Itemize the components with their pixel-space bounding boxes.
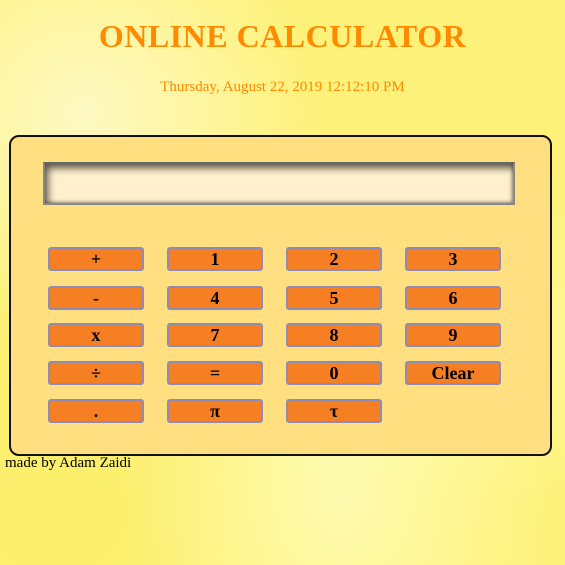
page-title: ONLINE CALCULATOR [98,18,467,54]
current-datetime: Thursday, August 22, 2019 12:12:10 PM [160,79,405,95]
digit-6-button[interactable]: 6 [405,286,501,310]
calculator-display[interactable] [43,162,515,205]
digit-5-button[interactable]: 5 [286,286,382,310]
digit-1-button[interactable]: 1 [167,247,263,271]
author-credit: made by Adam Zaidi [5,455,132,471]
digit-2-button[interactable]: 2 [286,247,382,271]
tau-button[interactable]: τ [286,399,382,423]
digit-8-button[interactable]: 8 [286,323,382,347]
multiply-button[interactable]: x [48,323,144,347]
digit-9-button[interactable]: 9 [405,323,501,347]
clear-button[interactable]: Clear [405,361,501,385]
equals-button[interactable]: = [167,361,263,385]
plus-button[interactable]: + [48,247,144,271]
minus-button[interactable]: - [48,286,144,310]
digit-7-button[interactable]: 7 [167,323,263,347]
digit-3-button[interactable]: 3 [405,247,501,271]
digit-4-button[interactable]: 4 [167,286,263,310]
calculator-panel: + 1 2 3 - 4 5 6 x 7 8 9 ÷ = 0 Clear . π … [9,135,552,456]
divide-button[interactable]: ÷ [48,361,144,385]
digit-0-button[interactable]: 0 [286,361,382,385]
pi-button[interactable]: π [167,399,263,423]
decimal-button[interactable]: . [48,399,144,423]
